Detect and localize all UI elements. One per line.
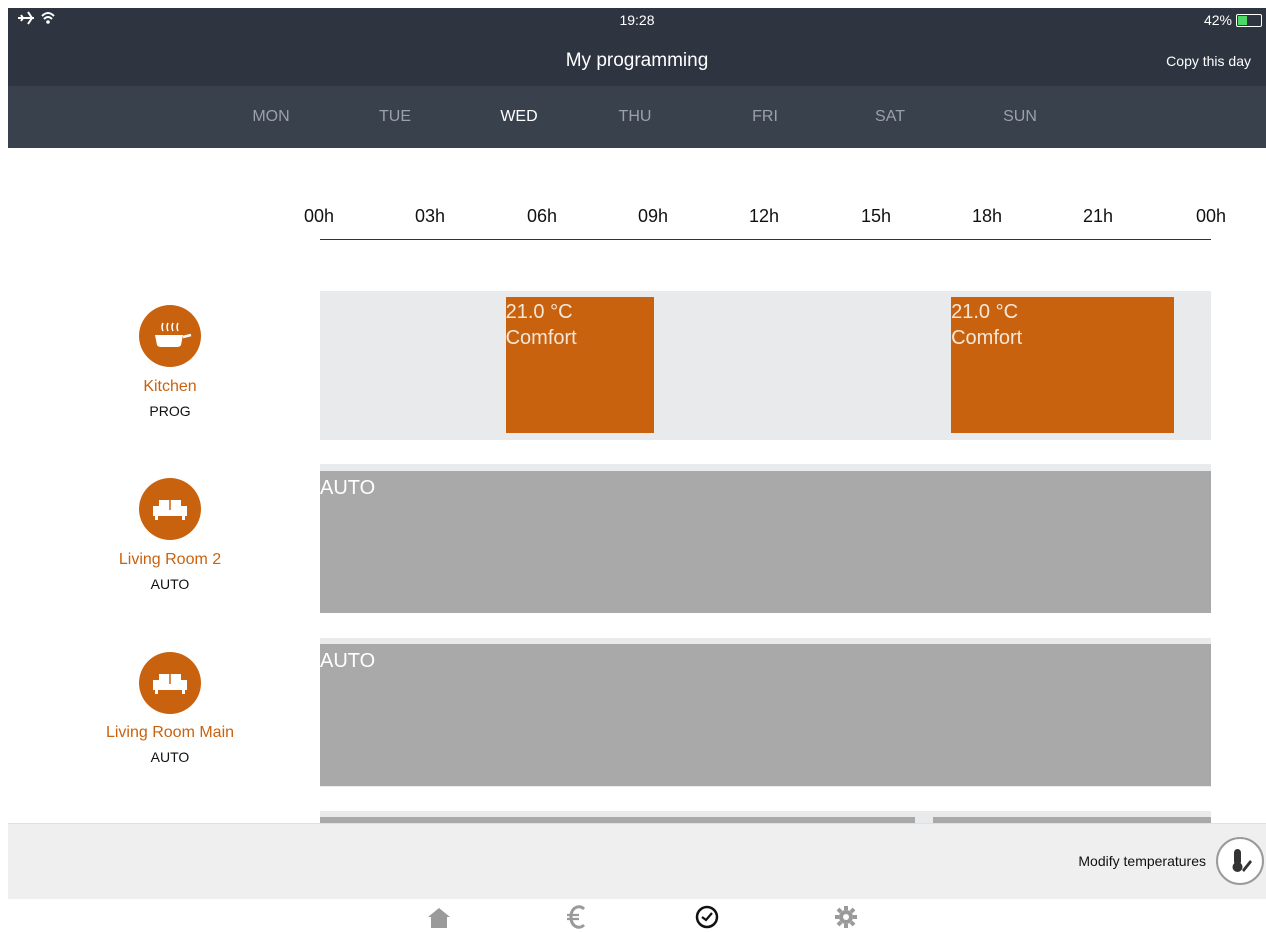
hour-label: 06h xyxy=(526,206,558,226)
copy-this-day-button[interactable]: Copy this day xyxy=(1166,53,1251,69)
hour-label: 15h xyxy=(860,206,892,226)
modify-temperatures-button[interactable] xyxy=(1216,837,1264,885)
block-label: Comfort xyxy=(951,327,1023,349)
header-bar: 19:28 42% My programming Copy this day M… xyxy=(8,8,1266,148)
battery-status: 42% xyxy=(1204,12,1262,28)
auto-block[interactable]: AUTO xyxy=(320,644,1211,786)
tab-day-tue[interactable]: TUE xyxy=(355,108,435,126)
hour-label: 00h xyxy=(303,206,335,226)
hour-label: 18h xyxy=(971,206,1003,226)
room-mode: PROG xyxy=(149,403,191,419)
tab-day-fri[interactable]: FRI xyxy=(725,108,805,126)
tab-day-mon[interactable]: MON xyxy=(231,108,311,126)
tab-day-wed[interactable]: WED xyxy=(479,108,559,126)
thermometer-edit-icon xyxy=(1232,849,1252,872)
block-temperature: 21.0 °C xyxy=(951,301,1019,323)
tab-day-sat[interactable]: SAT xyxy=(850,108,930,126)
tab-day-thu[interactable]: THU xyxy=(595,108,675,126)
hour-label: 03h xyxy=(414,206,446,226)
modify-temperatures-label[interactable]: Modify temperatures xyxy=(1078,853,1206,869)
hour-label: 00h xyxy=(1195,206,1227,226)
room-name: Living Room 2 xyxy=(118,551,222,568)
hour-label: 09h xyxy=(637,206,669,226)
auto-block[interactable]: AUTO xyxy=(320,471,1211,613)
euro-icon[interactable] xyxy=(559,903,595,931)
schedule-track-next-room[interactable] xyxy=(320,811,1211,823)
sofa-icon[interactable] xyxy=(139,652,201,714)
page-title: My programming xyxy=(565,50,709,71)
axis-line xyxy=(320,239,1211,240)
room-mode: AUTO xyxy=(150,749,190,765)
room-name: Kitchen xyxy=(143,378,197,395)
comfort-block[interactable]: 21.0 °C Comfort xyxy=(505,297,655,433)
block-temperature: 21.0 °C xyxy=(505,301,573,323)
battery-percent: 42% xyxy=(1203,12,1232,28)
sofa-icon[interactable] xyxy=(139,478,201,540)
tab-day-sun[interactable]: SUN xyxy=(980,108,1060,126)
gear-icon[interactable] xyxy=(828,903,864,931)
schedule-track-kitchen[interactable]: 21.0 °C Comfort 21.0 °C Comfort xyxy=(320,291,1211,440)
room-name: Living Room Main xyxy=(105,724,235,741)
status-time: 19:28 xyxy=(619,12,655,28)
room-mode: AUTO xyxy=(150,576,190,592)
day-selector: MON TUE WED THU FRI SAT SUN xyxy=(8,86,1266,148)
tab-bar xyxy=(8,899,1266,932)
hour-label: 21h xyxy=(1082,206,1114,226)
footer-bar: Modify temperatures xyxy=(8,823,1266,899)
hour-label: 12h xyxy=(748,206,780,226)
battery-icon xyxy=(1236,13,1262,27)
home-icon[interactable] xyxy=(421,903,457,931)
clock-icon[interactable] xyxy=(689,903,725,931)
cooking-pot-icon[interactable] xyxy=(139,305,201,367)
block-label: Comfort xyxy=(505,327,577,349)
comfort-block[interactable]: 21.0 °C Comfort xyxy=(951,297,1174,433)
